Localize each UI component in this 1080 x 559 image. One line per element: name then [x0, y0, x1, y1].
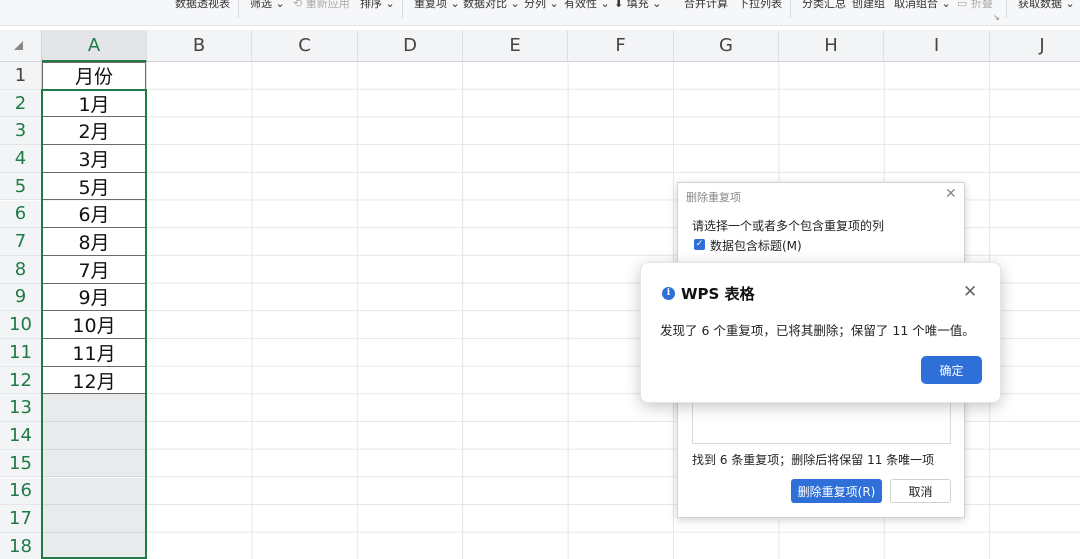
row-header[interactable]: 2 [0, 89, 42, 118]
cell-a17[interactable] [42, 505, 146, 533]
column-header-i[interactable]: I [884, 30, 990, 62]
fill-button[interactable]: ⬇ 填充 ⌄ [614, 0, 661, 11]
header-row-checkbox-label[interactable]: 数据包含标题(M) [710, 237, 802, 254]
dropdown-list-button[interactable]: 下拉列表 [738, 0, 782, 11]
cell-a15[interactable] [42, 449, 146, 478]
fold-icon: ▭ [957, 0, 968, 10]
duplicates-button[interactable]: 重复项 ⌄ [414, 0, 460, 11]
column-header-c[interactable]: C [252, 30, 358, 62]
cell-a10[interactable]: 10月 [42, 311, 146, 339]
row-header[interactable]: 17 [0, 505, 42, 533]
subtotal-button[interactable]: 分类汇总 [802, 0, 846, 11]
validity-button[interactable]: 有效性 ⌄ [564, 0, 610, 11]
dialog-title: 删除重复项 [686, 191, 741, 204]
row-header[interactable]: 14 [0, 422, 42, 450]
sort-button[interactable]: 排序 ⌄ [360, 0, 395, 11]
result-message: 发现了 6 个重复项，已将其删除；保留了 11 个唯一值。 [660, 323, 975, 338]
pivot-table-button[interactable]: 数据透视表 [175, 0, 230, 11]
cell-a5[interactable]: 5月 [42, 172, 146, 201]
row-header[interactable]: 11 [0, 339, 42, 367]
consolidate-button[interactable]: 合并计算 [684, 0, 728, 11]
cell-a11[interactable]: 11月 [42, 339, 146, 367]
ribbon-divider [1006, 0, 1007, 18]
reapply-button[interactable]: ⟲ 重新应用 [293, 0, 350, 11]
cell-a3[interactable]: 2月 [42, 117, 146, 146]
reapply-label: 重新应用 [305, 0, 350, 10]
cancel-button[interactable]: 取消 [890, 479, 951, 503]
column-header-j[interactable]: J [990, 30, 1080, 62]
cell-a1-header[interactable]: 月份 [42, 62, 146, 90]
ungroup-button[interactable]: 取消组合 ⌄ [894, 0, 951, 11]
row-header[interactable]: 15 [0, 449, 42, 478]
create-group-button[interactable]: 创建组 [852, 0, 885, 11]
row-header[interactable]: 7 [0, 228, 42, 256]
select-all-icon [14, 41, 23, 50]
ribbon-divider [238, 0, 239, 18]
cell-a2[interactable]: 1月 [42, 89, 146, 118]
cell-a7[interactable]: 8月 [42, 228, 146, 256]
ribbon-expand-icon[interactable]: ↘ [993, 13, 1000, 22]
cell-a12[interactable]: 12月 [42, 366, 146, 395]
column-header-e[interactable]: E [463, 30, 568, 62]
validity-label: 有效性 [564, 0, 597, 10]
ribbon-divider [790, 0, 791, 18]
fold-label: 折叠 [970, 0, 993, 10]
row-header[interactable]: 9 [0, 283, 42, 312]
result-message-dialog: i WPS 表格 ✕ 发现了 6 个重复项，已将其删除；保留了 11 个唯一值。… [640, 262, 1001, 403]
row-header[interactable]: 18 [0, 532, 42, 559]
row-header[interactable]: 13 [0, 394, 42, 423]
split-column-label: 分列 [524, 0, 546, 10]
filter-label: 筛选 [250, 0, 272, 10]
data-compare-label: 数据对比 [463, 0, 507, 10]
cell-a13[interactable] [42, 394, 146, 423]
sort-label: 排序 [360, 0, 382, 10]
row-header[interactable]: 3 [0, 117, 42, 146]
header-row-checkbox[interactable]: ✓ [694, 239, 705, 250]
split-column-button[interactable]: 分列 ⌄ [524, 0, 559, 11]
ribbon-divider [402, 0, 403, 18]
cell-a14[interactable] [42, 422, 146, 450]
cell-a6[interactable]: 6月 [42, 200, 146, 229]
close-icon[interactable]: ✕ [963, 282, 977, 302]
column-header-a[interactable]: A [42, 30, 147, 62]
column-header-d[interactable]: D [358, 30, 463, 62]
get-data-label: 获取数据 [1018, 0, 1062, 10]
cell-a4[interactable]: 3月 [42, 145, 146, 173]
row-header[interactable]: 8 [0, 255, 42, 284]
fold-button[interactable]: ▭ 折叠 [957, 0, 993, 11]
dialog-prompt: 请选择一个或者多个包含重复项的列 [692, 219, 885, 233]
ok-button[interactable]: 确定 [921, 356, 982, 384]
delete-duplicates-button[interactable]: 删除重复项(R) [791, 479, 882, 503]
cell-a18[interactable] [42, 532, 146, 559]
ribbon-toolbar: 数据透视表 筛选 ⌄ ⟲ 重新应用 排序 ⌄ 重复项 ⌄ 数据对比 ⌄ 分列 ⌄… [0, 0, 1080, 26]
column-header-g[interactable]: G [674, 30, 779, 62]
ungroup-label: 取消组合 [894, 0, 938, 10]
cell-a16[interactable] [42, 477, 146, 506]
duplicates-label: 重复项 [414, 0, 447, 10]
row-header[interactable]: 5 [0, 172, 42, 201]
row-header[interactable]: 16 [0, 477, 42, 506]
select-all-corner[interactable] [0, 30, 42, 62]
filter-button[interactable]: 筛选 ⌄ [250, 0, 285, 11]
row-header[interactable]: 6 [0, 200, 42, 229]
cell-a9[interactable]: 9月 [42, 283, 146, 312]
row-header[interactable]: 12 [0, 366, 42, 395]
fill-label: 填充 [626, 0, 649, 10]
row-header[interactable]: 1 [0, 62, 42, 90]
column-header-b[interactable]: B [147, 30, 252, 62]
column-list[interactable] [692, 397, 951, 444]
dialog-title: WPS 表格 [681, 285, 755, 303]
spreadsheet-window: 数据透视表 筛选 ⌄ ⟲ 重新应用 排序 ⌄ 重复项 ⌄ 数据对比 ⌄ 分列 ⌄… [0, 0, 1080, 559]
column-header-h[interactable]: H [779, 30, 884, 62]
cell-a8[interactable]: 7月 [42, 255, 146, 284]
row-header[interactable]: 4 [0, 145, 42, 173]
data-compare-button[interactable]: 数据对比 ⌄ [463, 0, 520, 11]
fill-icon: ⬇ [614, 0, 624, 10]
row-header[interactable]: 10 [0, 311, 42, 339]
info-icon: i [662, 287, 675, 300]
close-icon[interactable]: ✕ [945, 186, 957, 202]
duplicates-status: 找到 6 条重复项；删除后将保留 11 条唯一项 [692, 453, 935, 467]
column-header-f[interactable]: F [568, 30, 674, 62]
get-data-button[interactable]: 获取数据 ⌄ [1018, 0, 1075, 11]
